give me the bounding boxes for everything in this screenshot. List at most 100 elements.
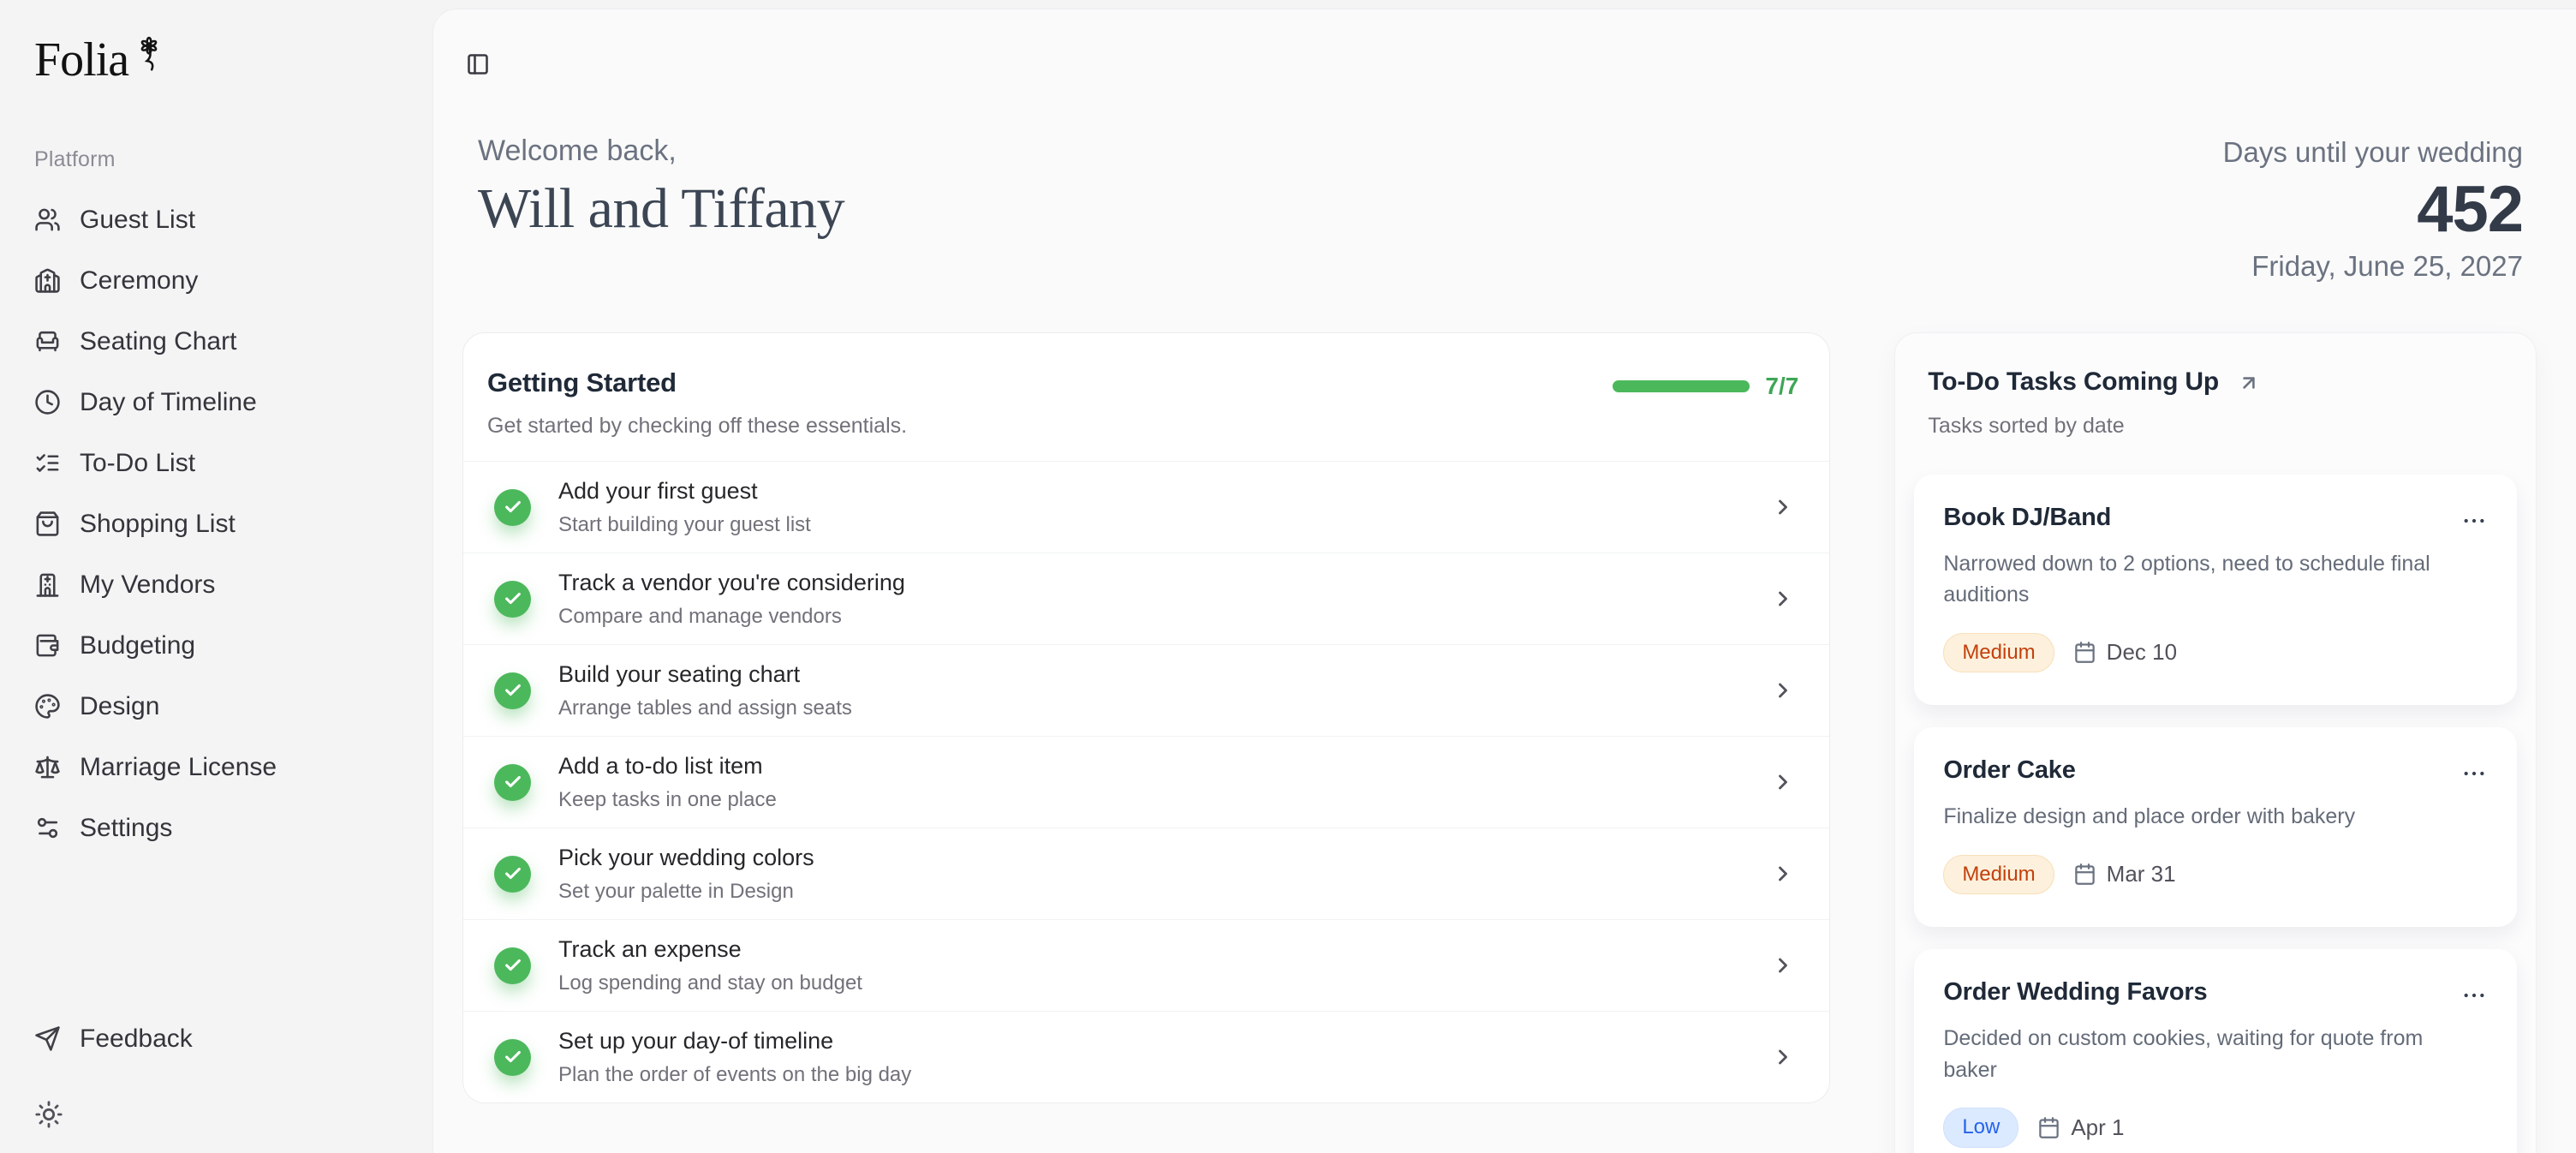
checklist-item-title: Build your seating chart	[558, 661, 1744, 688]
sliders-icon	[34, 815, 61, 841]
task-menu-button[interactable]	[2460, 982, 2488, 1009]
chevron-right-icon	[1771, 678, 1795, 702]
sidebar-collapse-button[interactable]	[466, 52, 490, 76]
getting-started-titles: Getting Started Get started by checking …	[487, 367, 907, 439]
task-card-order-cake[interactable]: Order Cake Finalize design and place ord…	[1914, 727, 2517, 927]
todo-panel-title: To-Do Tasks Coming Up	[1928, 367, 2219, 397]
progress-bar	[1613, 380, 1750, 392]
sidebar-item-to-do-list[interactable]: To-Do List	[34, 433, 407, 493]
checklist-item-title: Track a vendor you're considering	[558, 570, 1744, 596]
theme-toggle[interactable]	[34, 1100, 63, 1129]
progress-label: 7/7	[1765, 373, 1798, 400]
checklist-item-title: Pick your wedding colors	[558, 845, 1744, 871]
task-title: Order Cake	[1943, 756, 2075, 785]
task-meta: Low Apr 1	[1943, 1108, 2488, 1148]
checklist-item-text: Track a vendor you're considering Compar…	[558, 570, 1744, 629]
sidebar-item-day-of-timeline[interactable]: Day of Timeline	[34, 372, 407, 433]
checklist-item-text: Build your seating chart Arrange tables …	[558, 661, 1744, 720]
task-meta: Medium Dec 10	[1943, 633, 2488, 673]
chevron-right-icon	[1771, 953, 1795, 977]
todo-tasks-panel: To-Do Tasks Coming Up Tasks sorted by da…	[1894, 332, 2537, 1153]
check-circle-icon	[494, 947, 531, 984]
sidebar-item-marriage-license[interactable]: Marriage License	[34, 737, 407, 798]
check-circle-icon	[494, 856, 531, 893]
countdown-date: Friday, June 25, 2027	[2223, 250, 2523, 283]
list-checks-icon	[34, 450, 61, 476]
check-circle-icon	[494, 581, 531, 618]
priority-badge: Medium	[1943, 855, 2054, 895]
task-menu-button[interactable]	[2460, 507, 2488, 535]
checklist-item-day-of-timeline[interactable]: Set up your day-of timeline Plan the ord…	[463, 1011, 1829, 1102]
scale-icon	[34, 754, 61, 780]
brand-logo[interactable]: Folia	[34, 36, 407, 84]
task-card-order-wedding-favors[interactable]: Order Wedding Favors Decided on custom c…	[1914, 949, 2517, 1153]
checklist-item-title: Set up your day-of timeline	[558, 1028, 1744, 1054]
calendar-icon	[2073, 863, 2096, 886]
ellipsis-icon	[2460, 760, 2488, 787]
checklist-item-subtitle: Plan the order of events on the big day	[558, 1063, 1744, 1087]
armchair-icon	[34, 328, 61, 355]
sidebar-item-shopping-list[interactable]: Shopping List	[34, 493, 407, 554]
checklist-item-track-vendor[interactable]: Track a vendor you're considering Compar…	[463, 553, 1829, 644]
checklist-item-add-todo[interactable]: Add a to-do list item Keep tasks in one …	[463, 736, 1829, 827]
sidebar-item-label: Guest List	[80, 206, 195, 235]
checklist-item-text: Add your first guest Start building your…	[558, 478, 1744, 537]
task-list: Book DJ/Band Narrowed down to 2 options,…	[1914, 475, 2517, 1153]
task-card-top: Book DJ/Band	[1943, 504, 2488, 535]
priority-badge: Low	[1943, 1108, 2018, 1148]
checklist-item-wedding-colors[interactable]: Pick your wedding colors Set your palett…	[463, 827, 1829, 919]
sidebar-item-ceremony[interactable]: Ceremony	[34, 250, 407, 311]
task-card-top: Order Wedding Favors	[1943, 978, 2488, 1009]
checklist-item-subtitle: Arrange tables and assign seats	[558, 696, 1744, 720]
sidebar-item-label: Budgeting	[80, 631, 195, 660]
sidebar-item-guest-list[interactable]: Guest List	[34, 189, 407, 250]
task-menu-button[interactable]	[2460, 760, 2488, 787]
feedback-label: Feedback	[80, 1025, 193, 1054]
sidebar-spacer	[34, 858, 407, 1008]
flower-icon	[134, 36, 164, 77]
wallet-icon	[34, 632, 61, 659]
task-card-book-dj-band[interactable]: Book DJ/Band Narrowed down to 2 options,…	[1914, 475, 2517, 705]
getting-started-title: Getting Started	[487, 367, 907, 398]
getting-started-card: Getting Started Get started by checking …	[462, 332, 1830, 1103]
checklist-item-track-expense[interactable]: Track an expense Log spending and stay o…	[463, 919, 1829, 1011]
checklist: Add your first guest Start building your…	[463, 461, 1829, 1102]
checklist-item-seating-chart[interactable]: Build your seating chart Arrange tables …	[463, 644, 1829, 736]
panel-left-icon	[466, 52, 490, 76]
ellipsis-icon	[2460, 982, 2488, 1009]
calendar-icon	[2073, 641, 2096, 664]
sidebar-section-label: Platform	[34, 147, 407, 172]
checklist-item-subtitle: Keep tasks in one place	[558, 788, 1744, 812]
clock-icon	[34, 389, 61, 415]
checklist-item-subtitle: Start building your guest list	[558, 513, 1744, 537]
due-date-text: Apr 1	[2071, 1114, 2124, 1141]
todo-panel-header-link[interactable]: To-Do Tasks Coming Up	[1914, 367, 2517, 397]
due-date: Dec 10	[2073, 639, 2177, 666]
chevron-right-icon	[1771, 862, 1795, 886]
sidebar-item-seating-chart[interactable]: Seating Chart	[34, 311, 407, 372]
sidebar-item-my-vendors[interactable]: My Vendors	[34, 554, 407, 615]
sidebar-item-label: My Vendors	[80, 571, 215, 600]
checklist-item-text: Track an expense Log spending and stay o…	[558, 936, 1744, 995]
sidebar-item-settings[interactable]: Settings	[34, 798, 407, 858]
checklist-item-text: Pick your wedding colors Set your palett…	[558, 845, 1744, 904]
check-circle-icon	[494, 672, 531, 709]
vendor-building-icon	[34, 571, 61, 598]
palette-icon	[34, 693, 61, 720]
checklist-item-title: Track an expense	[558, 936, 1744, 963]
countdown-days: 452	[2223, 172, 2523, 247]
checklist-item-title: Add your first guest	[558, 478, 1744, 505]
sidebar-item-design[interactable]: Design	[34, 676, 407, 737]
feedback-button[interactable]: Feedback	[34, 1008, 407, 1069]
task-description: Decided on custom cookies, waiting for q…	[1943, 1023, 2457, 1085]
couple-names: Will and Tiffany	[478, 176, 844, 242]
task-description: Narrowed down to 2 options, need to sche…	[1943, 548, 2457, 611]
sidebar-nav: Guest List Ceremony Seating Chart Day of…	[34, 189, 407, 858]
check-circle-icon	[494, 489, 531, 526]
check-circle-icon	[494, 764, 531, 801]
sidebar-item-budgeting[interactable]: Budgeting	[34, 615, 407, 676]
church-icon	[34, 267, 61, 294]
checklist-item-add-first-guest[interactable]: Add your first guest Start building your…	[463, 461, 1829, 553]
sun-icon	[34, 1100, 63, 1129]
sidebar-item-label: Settings	[80, 814, 172, 843]
